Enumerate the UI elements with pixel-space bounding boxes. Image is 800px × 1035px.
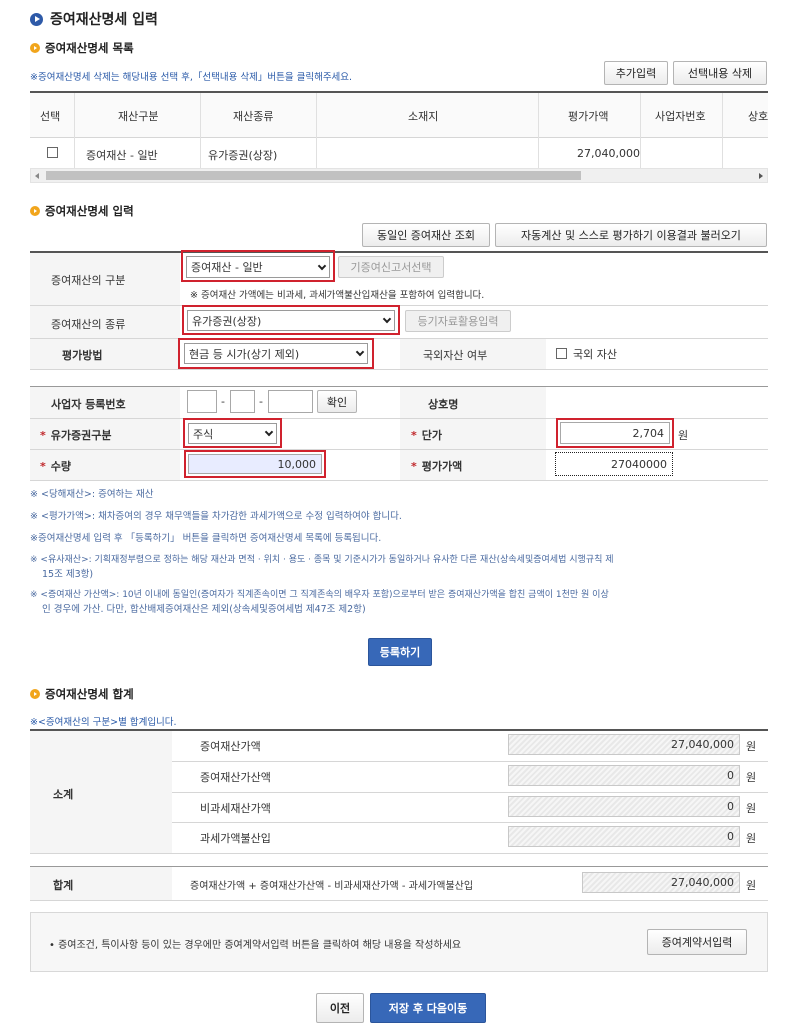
total-value-field: 27,040,000 — [582, 872, 740, 893]
total-item-label: 과세가액불산입 — [200, 832, 271, 845]
horizontal-scrollbar[interactable] — [30, 168, 768, 183]
prior-report-select-button[interactable]: 기증여신고서선택 — [338, 256, 444, 278]
total-note: ※<증여재산의 구분>별 합계입니다. — [30, 717, 177, 728]
category-select[interactable]: 증여재산 - 일반 — [186, 256, 330, 278]
gift-value-field: 27,040,000 — [508, 734, 740, 755]
eval-value-input[interactable]: 27040000 — [555, 452, 673, 476]
biz-no-label: 사업자 등록번호 — [51, 398, 126, 411]
row-category: 증여재산 - 일반 — [86, 149, 158, 162]
biz-no-part1[interactable] — [187, 390, 217, 413]
page-title: 증여재산명세 입력 — [30, 9, 158, 29]
note-added-value: ※ <증여재산 가산액>: 10년 이내에 동일인(증여자가 직계존속이면 그 … — [30, 590, 609, 600]
foreign-asset-option: 국외 자산 — [573, 348, 617, 361]
list-section-title: 증여재산명세 목록 — [30, 40, 134, 56]
kind-label: 증여재산의 종류 — [51, 318, 126, 331]
add-input-button[interactable]: 추가입력 — [604, 61, 668, 85]
category-note: ※ 증여재산 가액에는 비과세, 과세가액불산입재산을 포함하여 입력합니다. — [190, 290, 485, 301]
same-person-lookup-button[interactable]: 동일인 증여재산 조회 — [362, 223, 490, 247]
total-formula: 증여재산가액 + 증여재산가산액 - 비과세재산가액 - 과세가액불산입 — [190, 881, 474, 892]
unit-price-won: 원 — [678, 429, 689, 442]
note-similar-asset: ※ <유사재산>: 기획재정부령으로 정하는 해당 재산과 면적 · 위치 · … — [30, 555, 614, 565]
added-value-field: 0 — [508, 765, 740, 786]
method-select[interactable]: 현금 등 시가(상기 제외) — [184, 343, 368, 364]
chevron-down-icon — [317, 261, 327, 270]
method-label: 평가방법 — [62, 349, 103, 362]
biz-no-part3[interactable] — [268, 390, 313, 413]
security-type-label: * 유가증권구분 — [40, 429, 112, 442]
delete-selected-button[interactable]: 선택내용 삭제 — [673, 61, 767, 85]
security-type-select[interactable]: 주식 — [188, 423, 277, 444]
col-biz-no: 사업자번호 — [655, 110, 706, 123]
col-kind: 재산종류 — [233, 110, 274, 123]
foreign-asset-checkbox[interactable] — [556, 348, 567, 359]
save-next-button[interactable]: 저장 후 다음이동 — [370, 993, 486, 1023]
chevron-down-icon — [355, 347, 365, 357]
col-select: 선택 — [40, 110, 61, 123]
prev-button[interactable]: 이전 — [316, 993, 364, 1023]
scroll-thumb[interactable] — [46, 171, 581, 180]
note-added-value-cont: 인 경우에 가산. 다만, 합산배제증여재산은 제외(상속세및증여세법 제47조… — [42, 604, 366, 615]
kind-select[interactable]: 유가증권(상장) — [187, 310, 395, 331]
register-button[interactable]: 등록하기 — [368, 638, 432, 666]
total-item-label: 증여재산가산액 — [200, 771, 271, 784]
contract-input-button[interactable]: 증여계약서입력 — [647, 929, 747, 955]
table-header: 선택 재산구분 재산종류 소재지 평가가액 사업자번호 상호 — [30, 93, 768, 137]
nontaxable-value-field: 0 — [508, 796, 740, 817]
total-item-label: 증여재산가액 — [200, 740, 261, 753]
note-eval-value: ※ <평가가액>: 채차증여의 경우 채무액들을 차가감한 과세가액으로 수정 … — [30, 511, 402, 522]
trade-name-label: 상호명 — [428, 398, 459, 411]
category-label: 증여재산의 구분 — [51, 274, 126, 287]
col-category: 재산구분 — [118, 110, 159, 123]
total-section-title: 증여재산명세 합계 — [30, 686, 134, 702]
unit-price-label: * 단가 — [411, 429, 443, 442]
contract-box: • 증여조건, 특이사항 등이 있는 경우에만 증여계약서입력 버튼을 클릭하여… — [30, 912, 768, 972]
row-value: 27,040,000 — [577, 147, 640, 160]
registry-data-button[interactable]: 등기자료활용입력 — [405, 310, 511, 332]
col-value: 평가가액 — [568, 110, 609, 123]
row-kind: 유가증권(상장) — [208, 149, 278, 162]
col-location: 소재지 — [408, 110, 439, 123]
note-register: ※증여재산명세 입력 후 「등록하기」 버튼을 클릭하면 증여재산명세 목록에 … — [30, 533, 382, 544]
bullet-icon — [30, 206, 40, 216]
quantity-input[interactable]: 10,000 — [188, 454, 322, 474]
list-delete-note: ※증여재산명세 삭제는 해당내용 선택 후,「선택내용 삭제」버튼을 클릭해주세… — [30, 72, 353, 83]
subtotal-label: 소계 — [53, 788, 74, 801]
bullet-icon — [30, 43, 40, 53]
biz-no-part2[interactable] — [230, 390, 255, 413]
note-current-asset: ※ <당해재산>: 증여하는 재산 — [30, 489, 154, 500]
note-similar-asset-cont: 15조 제3항) — [42, 569, 94, 580]
bullet-icon — [30, 689, 40, 699]
confirm-button[interactable]: 확인 — [317, 390, 357, 413]
chevron-down-icon — [264, 427, 274, 437]
input-section-title: 증여재산명세 입력 — [30, 203, 134, 219]
excluded-value-field: 0 — [508, 826, 740, 847]
auto-calc-load-button[interactable]: 자동계산 및 스스로 평가하기 이용결과 불러오기 — [495, 223, 767, 247]
table-row[interactable]: 증여재산 - 일반 유가증권(상장) 27,040,000 — [30, 138, 768, 168]
contract-note: • 증여조건, 특이사항 등이 있는 경우에만 증여계약서입력 버튼을 클릭하여… — [49, 940, 462, 951]
scroll-right-icon[interactable] — [759, 173, 763, 179]
arrow-circle-icon — [30, 12, 43, 26]
total-item-label: 비과세재산가액 — [200, 802, 271, 815]
row-select-checkbox[interactable] — [47, 147, 58, 158]
scroll-left-icon[interactable] — [35, 173, 39, 179]
col-name: 상호 — [748, 110, 769, 123]
total-label: 합계 — [53, 879, 74, 892]
quantity-label: * 수량 — [40, 460, 72, 473]
chevron-down-icon — [382, 314, 392, 324]
unit-price-input[interactable]: 2,704 — [560, 422, 670, 444]
foreign-asset-label: 국외자산 여부 — [423, 349, 488, 362]
eval-value-label: * 평가가액 — [411, 460, 463, 473]
